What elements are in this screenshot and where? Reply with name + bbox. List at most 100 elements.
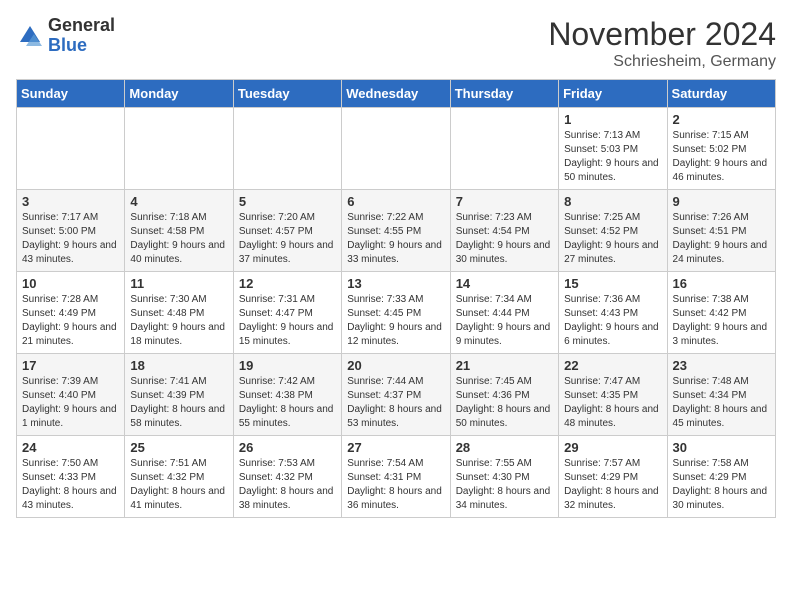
day-number: 22 (564, 358, 661, 373)
calendar-body: 1 Sunrise: 7:13 AM Sunset: 5:03 PM Daylig… (17, 108, 776, 518)
day-info: Sunrise: 7:18 AM Sunset: 4:58 PM Dayligh… (130, 211, 227, 267)
calendar-cell: 2Sunrise: 7:15 AM Sunset: 5:02 PM Daylig… (667, 108, 775, 190)
calendar-cell: 6 Sunrise: 7:22 AM Sunset: 4:55 PM Daylig… (342, 190, 450, 272)
day-number: 24 (22, 440, 119, 455)
calendar-cell: 14 Sunrise: 7:34 AM Sunset: 4:44 PM Dayli… (450, 272, 558, 354)
day-info: Sunrise: 7:28 AM Sunset: 4:49 PM Dayligh… (22, 293, 119, 349)
calendar-cell: 7 Sunrise: 7:23 AM Sunset: 4:54 PM Daylig… (450, 190, 558, 272)
calendar-cell: 12 Sunrise: 7:31 AM Sunset: 4:47 PM Dayli… (233, 272, 341, 354)
calendar-cell (17, 108, 125, 190)
calendar-cell: 19Sunrise: 7:42 AM Sunset: 4:38 PM Dayli… (233, 354, 341, 436)
calendar-cell (125, 108, 233, 190)
day-number: 21 (456, 358, 553, 373)
calendar-cell: 22 Sunrise: 7:47 AM Sunset: 4:35 PM Dayli… (559, 354, 667, 436)
calendar-table: SundayMondayTuesdayWednesdayThursdayFrid… (16, 79, 776, 518)
day-info: Sunrise: 7:45 AM Sunset: 4:36 PM Dayligh… (456, 375, 553, 431)
logo-general: General (48, 16, 115, 36)
day-number: 13 (347, 276, 444, 291)
day-info: Sunrise: 7:26 AM Sunset: 4:51 PM Dayligh… (673, 211, 770, 267)
logo-icon (16, 22, 44, 50)
day-number: 20 (347, 358, 444, 373)
calendar-cell: 18Sunrise: 7:41 AM Sunset: 4:39 PM Dayli… (125, 354, 233, 436)
day-info: Sunrise: 7:38 AM Sunset: 4:42 PM Dayligh… (673, 293, 770, 349)
day-info: Sunrise: 7:31 AM Sunset: 4:47 PM Dayligh… (239, 293, 336, 349)
calendar-cell: 28 Sunrise: 7:55 AM Sunset: 4:30 PM Dayli… (450, 436, 558, 518)
day-info: Sunrise: 7:25 AM Sunset: 4:52 PM Dayligh… (564, 211, 661, 267)
day-number: 6 (347, 194, 444, 209)
weekday-header-monday: Monday (125, 80, 233, 108)
calendar-cell: 15 Sunrise: 7:36 AM Sunset: 4:43 PM Dayli… (559, 272, 667, 354)
day-info: Sunrise: 7:50 AM Sunset: 4:33 PM Dayligh… (22, 457, 119, 513)
day-info: Sunrise: 7:44 AM Sunset: 4:37 PM Dayligh… (347, 375, 444, 431)
calendar-cell: 26 Sunrise: 7:53 AM Sunset: 4:32 PM Dayli… (233, 436, 341, 518)
day-info: Sunrise: 7:13 AM Sunset: 5:03 PM Dayligh… (564, 129, 661, 185)
day-number: 12 (239, 276, 336, 291)
day-info: Sunrise: 7:15 AM Sunset: 5:02 PM Dayligh… (673, 129, 770, 185)
day-info: Sunrise: 7:39 AM Sunset: 4:40 PM Dayligh… (22, 375, 119, 431)
day-info: Sunrise: 7:47 AM Sunset: 4:35 PM Dayligh… (564, 375, 661, 431)
month-title: November 2024 (548, 16, 776, 53)
calendar-week-1: 1 Sunrise: 7:13 AM Sunset: 5:03 PM Daylig… (17, 108, 776, 190)
day-number: 19 (239, 358, 336, 373)
day-info: Sunrise: 7:51 AM Sunset: 4:32 PM Dayligh… (130, 457, 227, 513)
day-number: 1 (564, 112, 661, 127)
day-info: Sunrise: 7:53 AM Sunset: 4:32 PM Dayligh… (239, 457, 336, 513)
calendar-cell: 16 Sunrise: 7:38 AM Sunset: 4:42 PM Dayli… (667, 272, 775, 354)
day-number: 15 (564, 276, 661, 291)
calendar-header-row: SundayMondayTuesdayWednesdayThursdayFrid… (17, 80, 776, 108)
day-info: Sunrise: 7:30 AM Sunset: 4:48 PM Dayligh… (130, 293, 227, 349)
day-number: 4 (130, 194, 227, 209)
calendar-cell: 29 Sunrise: 7:57 AM Sunset: 4:29 PM Dayli… (559, 436, 667, 518)
day-info: Sunrise: 7:54 AM Sunset: 4:31 PM Dayligh… (347, 457, 444, 513)
calendar-week-3: 10Sunrise: 7:28 AM Sunset: 4:49 PM Dayli… (17, 272, 776, 354)
calendar-cell (342, 108, 450, 190)
day-info: Sunrise: 7:55 AM Sunset: 4:30 PM Dayligh… (456, 457, 553, 513)
day-info: Sunrise: 7:22 AM Sunset: 4:55 PM Dayligh… (347, 211, 444, 267)
day-number: 30 (673, 440, 770, 455)
day-info: Sunrise: 7:23 AM Sunset: 4:54 PM Dayligh… (456, 211, 553, 267)
day-info: Sunrise: 7:17 AM Sunset: 5:00 PM Dayligh… (22, 211, 119, 267)
day-info: Sunrise: 7:41 AM Sunset: 4:39 PM Dayligh… (130, 375, 227, 431)
day-number: 23 (673, 358, 770, 373)
day-info: Sunrise: 7:58 AM Sunset: 4:29 PM Dayligh… (673, 457, 770, 513)
title-section: November 2024 Schriesheim, Germany (548, 16, 776, 71)
day-number: 7 (456, 194, 553, 209)
weekday-header-wednesday: Wednesday (342, 80, 450, 108)
calendar-cell: 10Sunrise: 7:28 AM Sunset: 4:49 PM Dayli… (17, 272, 125, 354)
day-number: 9 (673, 194, 770, 209)
calendar-week-2: 3 Sunrise: 7:17 AM Sunset: 5:00 PM Daylig… (17, 190, 776, 272)
calendar-week-4: 17Sunrise: 7:39 AM Sunset: 4:40 PM Dayli… (17, 354, 776, 436)
calendar-cell: 3 Sunrise: 7:17 AM Sunset: 5:00 PM Daylig… (17, 190, 125, 272)
day-number: 26 (239, 440, 336, 455)
calendar-cell: 27Sunrise: 7:54 AM Sunset: 4:31 PM Dayli… (342, 436, 450, 518)
day-number: 5 (239, 194, 336, 209)
day-info: Sunrise: 7:36 AM Sunset: 4:43 PM Dayligh… (564, 293, 661, 349)
day-info: Sunrise: 7:34 AM Sunset: 4:44 PM Dayligh… (456, 293, 553, 349)
calendar-cell: 11Sunrise: 7:30 AM Sunset: 4:48 PM Dayli… (125, 272, 233, 354)
calendar-cell: 24 Sunrise: 7:50 AM Sunset: 4:33 PM Dayli… (17, 436, 125, 518)
calendar-cell: 5 Sunrise: 7:20 AM Sunset: 4:57 PM Daylig… (233, 190, 341, 272)
calendar-cell: 8Sunrise: 7:25 AM Sunset: 4:52 PM Daylig… (559, 190, 667, 272)
day-info: Sunrise: 7:33 AM Sunset: 4:45 PM Dayligh… (347, 293, 444, 349)
day-number: 16 (673, 276, 770, 291)
calendar-cell: 20 Sunrise: 7:44 AM Sunset: 4:37 PM Dayli… (342, 354, 450, 436)
page-header: General Blue November 2024 Schriesheim, … (16, 16, 776, 71)
day-info: Sunrise: 7:57 AM Sunset: 4:29 PM Dayligh… (564, 457, 661, 513)
day-info: Sunrise: 7:20 AM Sunset: 4:57 PM Dayligh… (239, 211, 336, 267)
day-number: 28 (456, 440, 553, 455)
weekday-header-saturday: Saturday (667, 80, 775, 108)
calendar-cell: 4 Sunrise: 7:18 AM Sunset: 4:58 PM Daylig… (125, 190, 233, 272)
weekday-header-tuesday: Tuesday (233, 80, 341, 108)
day-info: Sunrise: 7:48 AM Sunset: 4:34 PM Dayligh… (673, 375, 770, 431)
calendar-cell: 30 Sunrise: 7:58 AM Sunset: 4:29 PM Dayli… (667, 436, 775, 518)
weekday-header-thursday: Thursday (450, 80, 558, 108)
day-number: 14 (456, 276, 553, 291)
logo: General Blue (16, 16, 115, 56)
calendar-cell: 1 Sunrise: 7:13 AM Sunset: 5:03 PM Daylig… (559, 108, 667, 190)
day-number: 3 (22, 194, 119, 209)
calendar-cell: 25Sunrise: 7:51 AM Sunset: 4:32 PM Dayli… (125, 436, 233, 518)
calendar-cell (450, 108, 558, 190)
weekday-header-friday: Friday (559, 80, 667, 108)
day-number: 29 (564, 440, 661, 455)
calendar-cell: 21 Sunrise: 7:45 AM Sunset: 4:36 PM Dayli… (450, 354, 558, 436)
